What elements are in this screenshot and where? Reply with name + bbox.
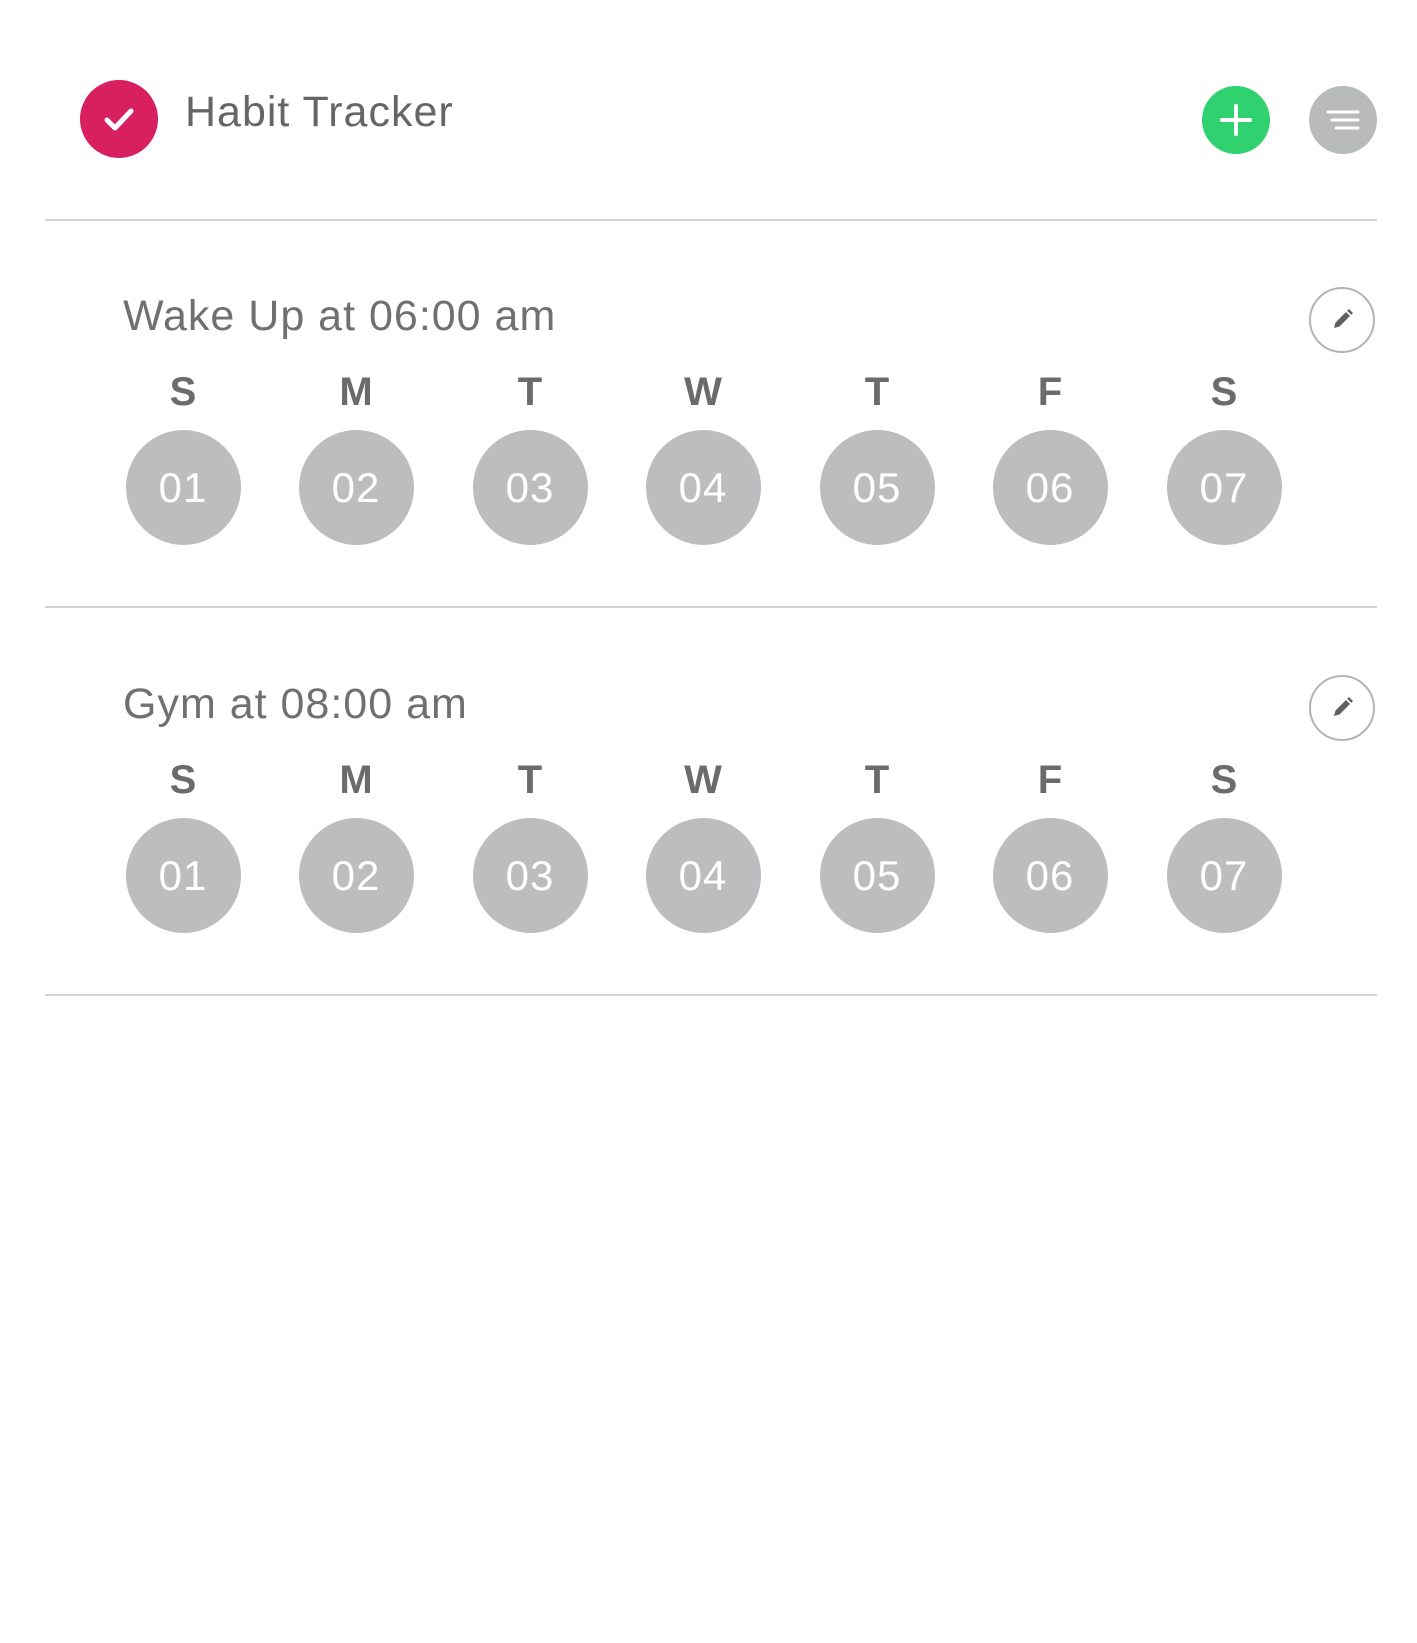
day-letter-tuesday: T	[517, 758, 543, 802]
edit-habit-button[interactable]	[1309, 287, 1375, 353]
day-letter-thursday: T	[864, 370, 890, 414]
menu-button[interactable]	[1309, 86, 1377, 154]
add-habit-button[interactable]	[1202, 86, 1270, 154]
day-toggle-06[interactable]: 06	[992, 818, 1108, 933]
day-letter-sunday: S	[169, 758, 197, 802]
day-toggle-04[interactable]: 04	[645, 430, 761, 545]
day-toggle-04[interactable]: 04	[645, 818, 761, 933]
day-letter-sunday: S	[169, 370, 197, 414]
day-letter-friday: F	[1037, 370, 1063, 414]
app-header: Habit Tracker	[0, 0, 1417, 222]
app-title: Habit Tracker	[185, 88, 454, 136]
pencil-icon	[1334, 697, 1353, 716]
day-letter-monday: M	[339, 370, 373, 414]
day-letter-thursday: T	[864, 758, 890, 802]
day-toggle-01[interactable]: 01	[125, 818, 241, 933]
habit-card: Wake Up at 06:00 am S M T W T F S 01 02 …	[0, 242, 1417, 632]
day-toggle-01[interactable]: 01	[125, 430, 241, 545]
day-toggle-03[interactable]: 03	[472, 430, 588, 545]
menu-icon	[1326, 110, 1360, 130]
day-letter-monday: M	[339, 758, 373, 802]
day-letter-wednesday: W	[684, 370, 722, 414]
day-toggle-02[interactable]: 02	[298, 818, 414, 933]
logo-checkmark-icon	[80, 80, 158, 158]
day-letter-saturday: S	[1210, 758, 1238, 802]
habit-divider	[45, 994, 1377, 996]
day-toggle-07[interactable]: 07	[1166, 430, 1282, 545]
habit-card: Gym at 08:00 am S M T W T F S 01 02 03 0…	[0, 630, 1417, 1020]
day-toggle-06[interactable]: 06	[992, 430, 1108, 545]
day-letter-tuesday: T	[517, 370, 543, 414]
edit-habit-button[interactable]	[1309, 675, 1375, 741]
day-letter-friday: F	[1037, 758, 1063, 802]
day-letter-saturday: S	[1210, 370, 1238, 414]
day-letter-wednesday: W	[684, 758, 722, 802]
day-toggle-02[interactable]: 02	[298, 430, 414, 545]
day-toggle-03[interactable]: 03	[472, 818, 588, 933]
day-toggle-05[interactable]: 05	[819, 818, 935, 933]
day-toggle-07[interactable]: 07	[1166, 818, 1282, 933]
plus-icon	[1220, 104, 1252, 136]
header-divider	[45, 219, 1377, 221]
checkmark-icon	[104, 108, 134, 131]
habit-divider	[45, 606, 1377, 608]
habit-title: Wake Up at 06:00 am	[123, 292, 557, 340]
pencil-icon	[1334, 309, 1353, 328]
day-toggle-05[interactable]: 05	[819, 430, 935, 545]
habit-title: Gym at 08:00 am	[123, 680, 468, 728]
